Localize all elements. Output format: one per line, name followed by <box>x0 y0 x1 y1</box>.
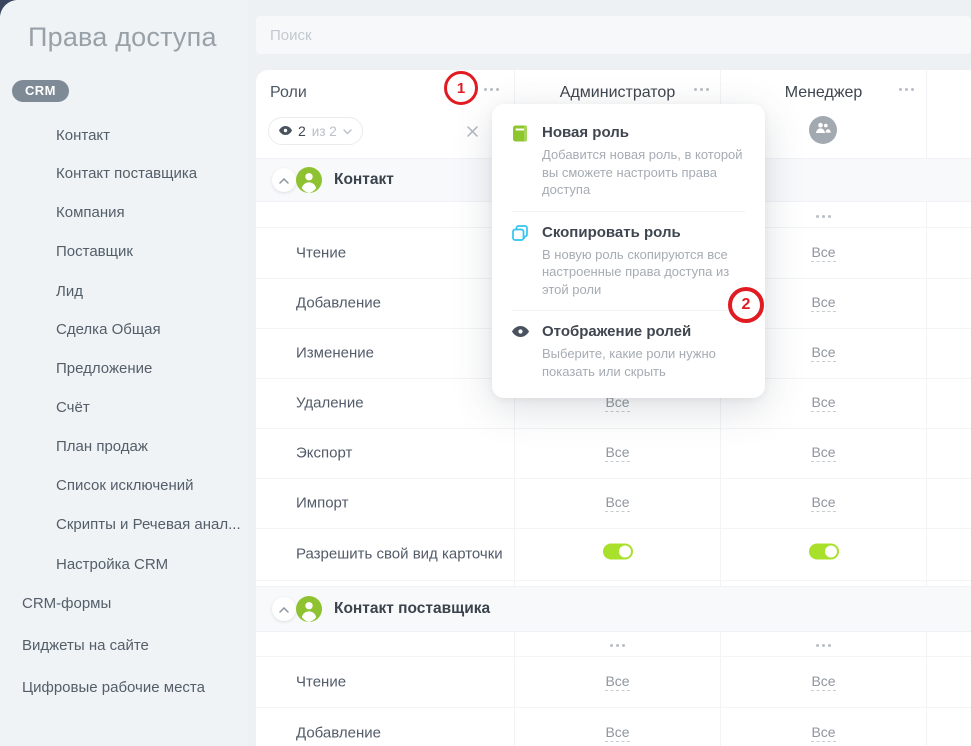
sidebar-item-quote[interactable]: Предложение <box>56 360 152 377</box>
sidebar-item-contact[interactable]: Контакт <box>56 127 110 144</box>
section-title: Контакт <box>334 171 394 189</box>
page-title: Права доступа <box>28 22 217 53</box>
filter-count: 2 <box>298 123 306 139</box>
sidebar-item-supplier[interactable]: Поставщик <box>56 243 133 260</box>
roles-column-header: Роли <box>270 70 307 115</box>
sidebar-item-crm-forms[interactable]: CRM-формы <box>22 595 111 612</box>
sidebar-item-scripts[interactable]: Скрипты и Речевая анал... <box>56 516 241 533</box>
sidebar: Права доступа CRM Контакт Контакт постав… <box>0 0 248 746</box>
permission-label: Добавление <box>296 724 381 741</box>
manager-menu-button[interactable] <box>899 88 914 91</box>
section-title: Контакт поставщика <box>334 600 490 618</box>
permission-value-admin[interactable]: Все <box>605 724 629 742</box>
section-actions-row <box>256 630 971 657</box>
permission-row: Экспорт Все Все <box>256 428 971 479</box>
permission-label: Удаление <box>296 395 364 412</box>
manager-avatar[interactable] <box>809 116 837 144</box>
permission-label: Чтение <box>296 673 346 690</box>
sidebar-item-digital-workplaces[interactable]: Цифровые рабочие места <box>22 679 205 696</box>
collapse-section-button[interactable] <box>272 597 296 621</box>
permission-label: Добавление <box>296 295 381 312</box>
permission-label: Чтение <box>296 244 346 261</box>
chevron-up-icon <box>279 600 289 618</box>
menu-item-description: Добавится новая роль, в которой вы сможе… <box>542 146 745 199</box>
search-input[interactable] <box>256 16 971 54</box>
copy-icon <box>512 224 529 299</box>
permission-value-manager[interactable]: Все <box>811 724 835 742</box>
cell-actions-manager[interactable] <box>721 634 926 652</box>
permission-value-manager[interactable]: Все <box>811 294 835 312</box>
permission-label: Изменение <box>296 345 374 362</box>
sidebar-item-site-widgets[interactable]: Виджеты на сайте <box>22 637 149 654</box>
annotation-step-2: 2 <box>728 287 764 323</box>
person-avatar-icon <box>296 167 322 193</box>
annotation-step-1: 1 <box>444 71 478 105</box>
menu-item-title: Отображение ролей <box>542 323 745 340</box>
menu-item-copy-role[interactable]: Скопировать роль В новую роль скопируютс… <box>512 211 745 311</box>
menu-item-title: Новая роль <box>542 124 745 141</box>
roles-context-menu: Новая роль Добавится новая роль, в котор… <box>492 104 765 398</box>
permission-value-manager[interactable]: Все <box>811 394 835 412</box>
permission-value-manager[interactable]: Все <box>811 494 835 512</box>
permission-value-manager[interactable]: Все <box>811 244 835 262</box>
clear-filter-icon[interactable] <box>466 125 479 143</box>
page-background: Права доступа CRM Контакт Контакт постав… <box>0 0 971 746</box>
roles-menu-button[interactable] <box>484 88 499 91</box>
menu-item-description: Выберите, какие роли нужно показать или … <box>542 345 745 380</box>
sidebar-item-supplier-contact[interactable]: Контакт поставщика <box>56 165 197 182</box>
person-avatar-icon <box>296 596 322 622</box>
menu-item-new-role[interactable]: Новая роль Добавится новая роль, в котор… <box>512 112 745 211</box>
permission-row: Чтение Все Все <box>256 656 971 708</box>
permission-value-manager[interactable]: Все <box>811 344 835 362</box>
sidebar-item-exclusion-list[interactable]: Список исключений <box>56 477 194 494</box>
administrator-menu-button[interactable] <box>694 88 709 91</box>
card-view-toggle-admin[interactable] <box>603 544 633 560</box>
card-view-toggle-manager[interactable] <box>809 544 839 560</box>
filter-of-label: из 2 <box>312 124 337 139</box>
permission-label: Импорт <box>296 495 348 512</box>
roles-filter-chip[interactable]: 2 из 2 <box>268 117 363 145</box>
app-window: Права доступа CRM Контакт Контакт постав… <box>0 0 971 746</box>
permission-label: Разрешить свой вид карточки <box>296 546 503 563</box>
menu-item-description: В новую роль скопируются все настроенные… <box>542 246 745 299</box>
permission-row: Разрешить свой вид карточки <box>256 528 971 581</box>
permission-value-manager[interactable]: Все <box>811 444 835 462</box>
sidebar-item-sales-plan[interactable]: План продаж <box>56 438 148 455</box>
permission-value-admin[interactable]: Все <box>605 444 629 462</box>
permission-value-manager[interactable]: Все <box>811 673 835 691</box>
permission-row: Импорт Все Все <box>256 478 971 529</box>
sidebar-item-deal[interactable]: Сделка Общая <box>56 321 161 338</box>
permission-label: Экспорт <box>296 445 352 462</box>
permission-value-admin[interactable]: Все <box>605 673 629 691</box>
crm-group-badge: CRM <box>12 80 69 102</box>
cell-actions-admin[interactable] <box>515 634 720 652</box>
people-icon <box>815 121 831 139</box>
eye-icon <box>512 323 529 380</box>
permission-row: Добавление Все Все <box>256 707 971 746</box>
collapse-section-button[interactable] <box>272 168 296 192</box>
menu-item-title: Скопировать роль <box>542 224 745 241</box>
section-header-supplier-contact: Контакт поставщика <box>256 586 971 632</box>
chevron-up-icon <box>279 171 289 189</box>
chevron-down-icon <box>343 122 352 140</box>
sidebar-item-crm-settings[interactable]: Настройка CRM <box>56 556 168 573</box>
permission-value-admin[interactable]: Все <box>605 494 629 512</box>
sidebar-item-lead[interactable]: Лид <box>56 283 83 300</box>
sidebar-item-company[interactable]: Компания <box>56 204 125 221</box>
sidebar-item-invoice[interactable]: Счёт <box>56 399 90 416</box>
new-role-book-icon <box>512 124 529 199</box>
eye-icon <box>279 122 292 140</box>
menu-item-role-visibility[interactable]: Отображение ролей Выберите, какие роли н… <box>512 310 745 392</box>
